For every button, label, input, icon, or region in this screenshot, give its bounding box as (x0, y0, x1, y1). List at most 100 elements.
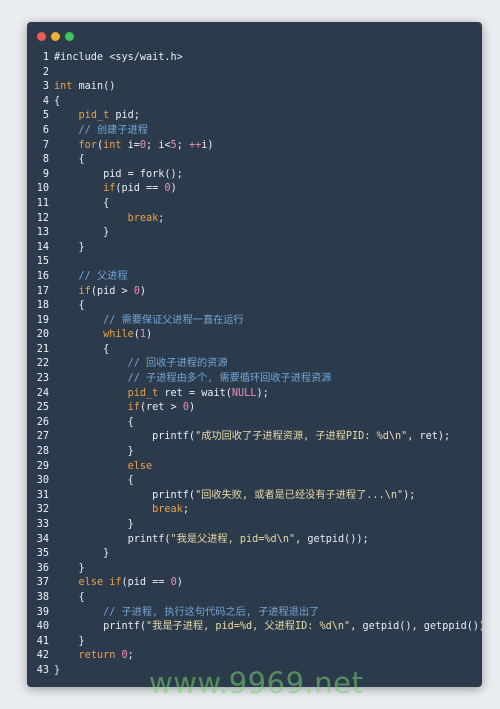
line-number: 34 (36, 533, 49, 545)
line-source: { (54, 416, 134, 431)
code-token: // 回收子进程的资源 (127, 358, 228, 370)
line-source: if(pid == 0) (54, 182, 177, 197)
code-token: { (54, 300, 85, 312)
line-source: } (54, 518, 134, 533)
line-source: } (54, 664, 60, 679)
code-token: { (54, 154, 85, 166)
code-token: (pid == (121, 577, 171, 589)
line-number: 10 (36, 183, 49, 195)
code-token: printf( (54, 533, 171, 545)
code-line: 6 // 创建子进程 (27, 124, 482, 139)
line-source: // 子进程, 执行这句代码之后, 子进程退出了 (54, 606, 319, 621)
line-number: 9 (42, 168, 49, 180)
line-number: 35 (36, 548, 49, 560)
line-source: // 父进程 (54, 270, 128, 285)
code-line: 18 { (27, 299, 482, 314)
line-number: 18 (36, 300, 49, 312)
line-number: 40 (36, 621, 49, 633)
code-line: 40 printf("我是子进程, pid=%d, 父进程ID: %d\n", … (27, 620, 482, 635)
line-number: 21 (36, 343, 49, 355)
line-source: if(ret > 0) (54, 401, 196, 416)
minimize-dot-icon[interactable] (51, 32, 60, 41)
code-token: main (72, 81, 104, 93)
code-line: 35 } (27, 547, 482, 562)
code-token: } (54, 446, 134, 458)
maximize-dot-icon[interactable] (65, 32, 74, 41)
code-line: 10 if(pid == 0) (27, 182, 482, 197)
code-token: } (54, 635, 85, 647)
line-number: 2 (42, 66, 49, 78)
code-token: while (103, 329, 134, 341)
code-token: ) (146, 329, 153, 341)
code-token: (ret > (139, 402, 183, 414)
line-number: 4 (42, 95, 49, 107)
code-token: ; (127, 650, 134, 662)
code-token: if (127, 402, 140, 414)
line-number: 6 (42, 124, 49, 136)
code-token: ); (256, 387, 269, 399)
code-line: 17 if(pid > 0) (27, 285, 482, 300)
code-line: 20 while(1) (27, 328, 482, 343)
code-token: { (54, 591, 85, 603)
code-token: // 父进程 (78, 270, 128, 282)
line-source: } (54, 226, 109, 241)
code-token: () (103, 81, 116, 93)
line-number: 39 (36, 606, 49, 618)
code-token: "我是子进程, pid=%d, 父进程ID: %d\n" (146, 621, 351, 633)
code-token: i= (121, 139, 140, 151)
code-line: 34 printf("我是父进程, pid=%d\n", getpid()); (27, 533, 482, 548)
code-line: 41 } (27, 635, 482, 650)
line-number: 25 (36, 402, 49, 414)
code-line: 42 return 0; (27, 649, 482, 664)
line-source: #include <sys/wait.h> (54, 51, 183, 66)
code-token: if (103, 183, 116, 195)
code-token: "成功回收了子进程资源, 子进程PID: %d\n" (195, 431, 408, 443)
code-token: if (78, 285, 91, 297)
code-line: 14 } (27, 241, 482, 256)
code-token: ) (139, 285, 147, 297)
code-line: 2 (27, 66, 482, 81)
line-source: return 0; (54, 649, 134, 664)
window-controls (37, 32, 74, 42)
line-source: break; (54, 212, 165, 227)
code-line: 16 // 父进程 (27, 270, 482, 285)
line-source: else if(pid == 0) (54, 576, 183, 591)
line-source: else (54, 460, 153, 475)
line-source: printf("成功回收了子进程资源, 子进程PID: %d\n", ret); (54, 430, 450, 445)
code-token: i) (201, 139, 214, 151)
line-source: { (54, 299, 85, 314)
line-source: // 子进程由多个, 需要循环回收子进程资源 (54, 372, 332, 387)
code-line: 27 printf("成功回收了子进程资源, 子进程PID: %d\n", re… (27, 430, 482, 445)
code-token: printf( (54, 489, 196, 501)
code-line: 39 // 子进程, 执行这句代码之后, 子进程退出了 (27, 606, 482, 621)
line-source: } (54, 635, 85, 650)
line-source: printf("回收失败, 或者是已经没有子进程了...\n"); (54, 489, 415, 504)
code-token: , ret); (407, 431, 451, 443)
line-source: { (54, 343, 109, 358)
code-token: , getpid()); (295, 533, 369, 545)
line-number: 43 (36, 664, 49, 676)
line-source: for(int i=0; i<5; ++i) (54, 139, 214, 154)
code-line: 25 if(ret > 0) (27, 401, 482, 416)
line-source: { (54, 95, 60, 110)
line-number: 16 (36, 270, 49, 282)
code-token: } (54, 664, 61, 676)
line-source: } (54, 445, 134, 460)
code-token: return (78, 650, 116, 662)
code-line: 36 } (27, 562, 482, 577)
line-number: 32 (36, 504, 49, 516)
code-token: int (54, 81, 73, 93)
code-line: 28 } (27, 445, 482, 460)
close-dot-icon[interactable] (37, 32, 46, 41)
line-number: 19 (36, 314, 49, 326)
code-token: ; (182, 504, 189, 516)
line-number: 38 (36, 591, 49, 603)
line-source: { (54, 153, 85, 168)
